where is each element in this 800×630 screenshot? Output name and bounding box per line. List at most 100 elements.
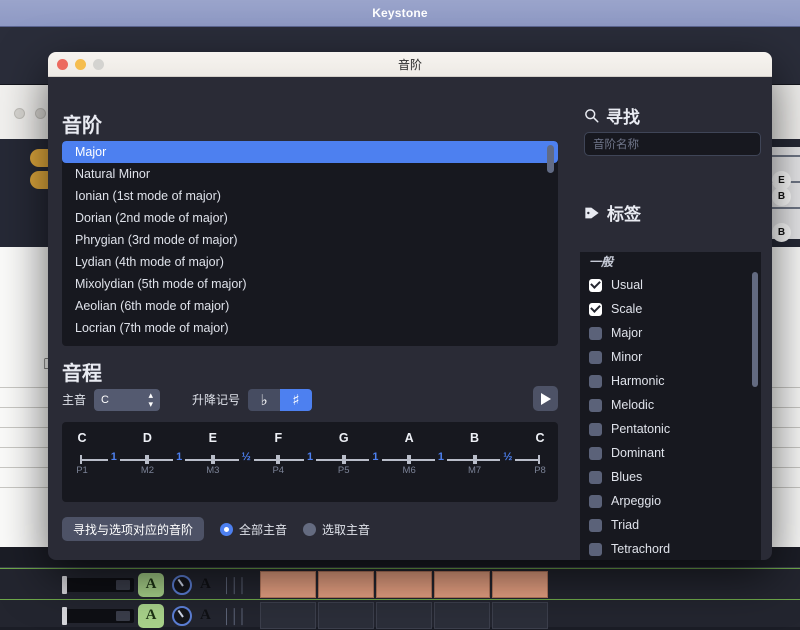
clip-cell[interactable] (260, 571, 316, 598)
tonic-label: 主音 (62, 386, 86, 414)
clip-cell[interactable] (260, 602, 316, 629)
tag-checkbox[interactable] (589, 327, 602, 340)
pan-knob[interactable] (172, 606, 192, 626)
instrument-label: A (200, 607, 211, 624)
interval-note: DM2 (127, 422, 167, 476)
clip-lane[interactable] (260, 602, 548, 629)
tag-list-item[interactable]: Blues (580, 465, 761, 489)
tag-group-label: 一般 (580, 252, 761, 273)
clip-cell[interactable] (434, 602, 490, 629)
accidental-label: 升降记号 (192, 386, 240, 414)
tag-list-item[interactable]: Arpeggio (580, 489, 761, 513)
scale-list-item[interactable]: Major (62, 141, 558, 163)
interval-note: CP8 (520, 422, 560, 476)
tag-list-item[interactable]: Tetrachord (580, 537, 761, 560)
interval-step-label: 1 (435, 451, 447, 463)
interval-note-name: F (258, 431, 298, 445)
scale-list-item[interactable]: Dorian (2nd mode of major) (62, 207, 558, 229)
tag-checkbox[interactable] (589, 375, 602, 388)
fret-note-b: B (772, 187, 791, 206)
track-badge[interactable]: A (138, 573, 164, 597)
tag-checkbox[interactable] (589, 303, 602, 316)
mixer-track-row[interactable]: A A │││ (0, 601, 800, 630)
clip-cell[interactable] (492, 602, 548, 629)
tag-icon (584, 205, 600, 221)
app-titlebar: Keystone (0, 0, 800, 27)
clip-lane[interactable] (260, 571, 548, 598)
interval-step-label: 1 (369, 451, 381, 463)
filters-column: 寻找 音阶名称 标签 一般 UsualScaleMajorMinorHarmon… (573, 77, 772, 560)
scale-list-scrollbar[interactable] (547, 145, 554, 173)
flat-button[interactable]: ♭ (248, 389, 280, 411)
tag-checkbox[interactable] (589, 495, 602, 508)
clip-cell[interactable] (492, 571, 548, 598)
interval-note-degree: M2 (127, 465, 167, 476)
interval-note: FP4 (258, 422, 298, 476)
tag-list-item[interactable]: Scale (580, 297, 761, 321)
tag-list-item[interactable]: Pentatonic (580, 417, 761, 441)
tag-label: Tetrachord (611, 542, 670, 556)
track-badge[interactable]: A (138, 604, 164, 628)
volume-fader[interactable] (66, 609, 134, 623)
tag-label: Major (611, 326, 642, 340)
scale-list-item[interactable]: Ionian (1st mode of major) (62, 185, 558, 207)
tag-checkbox[interactable] (589, 471, 602, 484)
tag-list-item[interactable]: Harmonic (580, 369, 761, 393)
play-button[interactable] (533, 386, 558, 411)
clip-cell[interactable] (434, 571, 490, 598)
mixer-track-row[interactable]: A A │││ (0, 570, 800, 599)
tag-list-item[interactable]: Melodic (580, 393, 761, 417)
interval-tick (276, 455, 280, 464)
dialog-titlebar: 音阶 (48, 52, 772, 77)
interval-step-label: 1 (304, 451, 316, 463)
app-title: Keystone (372, 6, 428, 20)
scale-list-item[interactable]: Phrygian (3rd mode of major) (62, 229, 558, 251)
tag-checkbox[interactable] (589, 279, 602, 292)
scale-list[interactable]: MajorNatural MinorIonian (1st mode of ma… (62, 141, 558, 346)
tag-list-item[interactable]: Minor (580, 345, 761, 369)
mixer-strip: A A │││ A A │││ (0, 567, 800, 627)
tag-checkbox[interactable] (589, 351, 602, 364)
sliders-icon[interactable]: │││ (223, 608, 246, 624)
tag-checkbox[interactable] (589, 399, 602, 412)
accidental-toggle-group[interactable]: ♭ ♯ (248, 389, 312, 411)
radio-all-tonics[interactable]: 全部主音 (220, 521, 287, 538)
tag-list-item[interactable]: Triad (580, 513, 761, 537)
dialog-footer: 寻找与选项对应的音阶 全部主音 选取主音 (62, 517, 370, 541)
interval-note-degree: M6 (389, 465, 429, 476)
volume-fader[interactable] (66, 578, 134, 592)
tag-list-item[interactable]: Major (580, 321, 761, 345)
scale-list-item[interactable]: Locrian (7th mode of major) (62, 317, 558, 339)
scale-list-item[interactable]: Mixolydian (5th mode of major) (62, 273, 558, 295)
tag-list-item[interactable]: Usual (580, 273, 761, 297)
pan-knob[interactable] (172, 575, 192, 595)
radio-selected-tonic-input[interactable] (303, 523, 316, 536)
tag-label: Melodic (611, 398, 654, 412)
tag-checkbox[interactable] (589, 519, 602, 532)
scale-list-item[interactable]: Lydian (4th mode of major) (62, 251, 558, 273)
clip-cell[interactable] (376, 602, 432, 629)
search-input[interactable]: 音阶名称 (584, 132, 761, 156)
tag-checkbox[interactable] (589, 447, 602, 460)
tag-checkbox[interactable] (589, 423, 602, 436)
clip-cell[interactable] (318, 571, 374, 598)
clip-cell[interactable] (376, 571, 432, 598)
radio-all-tonics-input[interactable] (220, 523, 233, 536)
radio-all-tonics-label: 全部主音 (239, 521, 287, 538)
tonic-select[interactable]: C ▴▾ (94, 389, 160, 411)
tag-checkbox[interactable] (589, 543, 602, 556)
tag-label: Minor (611, 350, 642, 364)
radio-selected-tonic[interactable]: 选取主音 (303, 521, 370, 538)
interval-tick (211, 455, 215, 464)
clip-cell[interactable] (318, 602, 374, 629)
tags-header: 标签 (584, 200, 641, 225)
scale-list-item[interactable]: Natural Minor (62, 163, 558, 185)
sharp-button[interactable]: ♯ (280, 389, 312, 411)
tag-list-scrollbar[interactable] (752, 272, 758, 387)
tag-list-item[interactable]: Dominant (580, 441, 761, 465)
interval-tick (473, 455, 477, 464)
tag-list[interactable]: 一般 UsualScale Major Minor Harmonic Melodic Pe… (580, 252, 761, 560)
scale-list-item[interactable]: Aeolian (6th mode of major) (62, 295, 558, 317)
sliders-icon[interactable]: │││ (223, 577, 246, 593)
find-matching-scales-button[interactable]: 寻找与选项对应的音阶 (62, 517, 204, 541)
